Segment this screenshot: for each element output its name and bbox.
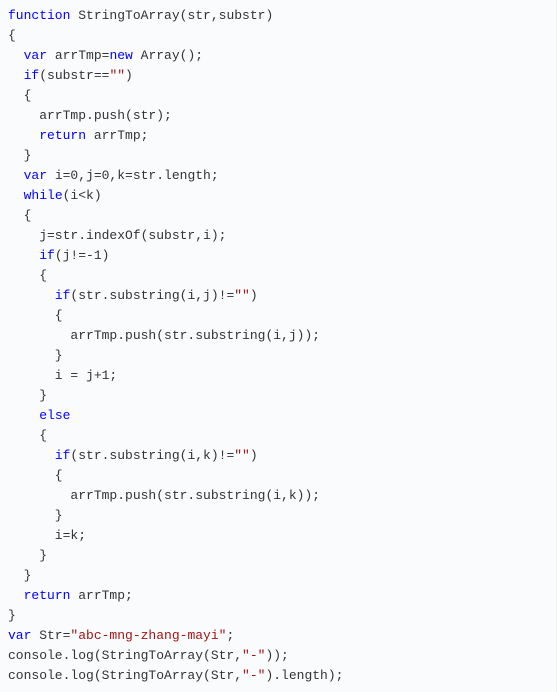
code-line: j=str.indexOf(substr,i); [8, 226, 548, 246]
code-line: if(str.substring(i,k)!="") [8, 446, 548, 466]
code-line: arrTmp.push(str.substring(i,k)); [8, 486, 548, 506]
code-line: arrTmp.push(str); [8, 106, 548, 126]
code-line: { [8, 466, 548, 486]
code-line: { [8, 86, 548, 106]
code-line: } [8, 146, 548, 166]
code-line: { [8, 426, 548, 446]
code-line: { [8, 266, 548, 286]
code-line: var Str="abc-mng-zhang-mayi"; [8, 626, 548, 646]
code-line: else [8, 406, 548, 426]
code-line: if(j!=-1) [8, 246, 548, 266]
code-line: } [8, 386, 548, 406]
code-line: function StringToArray(str,substr) [8, 6, 548, 26]
code-line: console.log(StringToArray(Str,"-").lengt… [8, 666, 548, 686]
code-line: if(str.substring(i,j)!="") [8, 286, 548, 306]
code-line: console.log(StringToArray(Str,"-")); [8, 646, 548, 666]
code-line: { [8, 206, 548, 226]
code-block: function StringToArray(str,substr){ var … [0, 0, 557, 692]
code-line: { [8, 306, 548, 326]
code-line: } [8, 506, 548, 526]
code-line: i=k; [8, 526, 548, 546]
code-line: return arrTmp; [8, 586, 548, 606]
code-line: var arrTmp=new Array(); [8, 46, 548, 66]
code-line: var i=0,j=0,k=str.length; [8, 166, 548, 186]
code-line: } [8, 546, 548, 566]
code-line: i = j+1; [8, 366, 548, 386]
code-line: { [8, 26, 548, 46]
code-line: } [8, 606, 548, 626]
code-line: arrTmp.push(str.substring(i,j)); [8, 326, 548, 346]
code-line: return arrTmp; [8, 126, 548, 146]
code-line: } [8, 566, 548, 586]
code-line: while(i<k) [8, 186, 548, 206]
code-line: if(substr=="") [8, 66, 548, 86]
code-line: } [8, 346, 548, 366]
